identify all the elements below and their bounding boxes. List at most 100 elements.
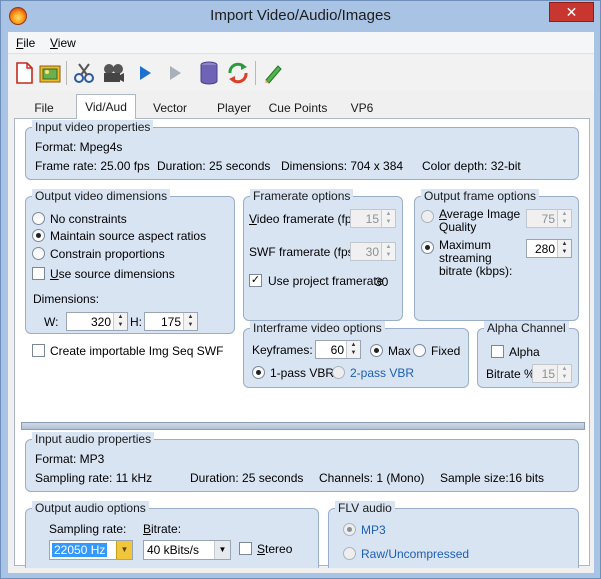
use-project-framerate-checkbox[interactable]: ✓ (249, 274, 262, 287)
window-title: Import Video/Audio/Images (210, 7, 391, 24)
keyframes-spin-arrows-icon[interactable]: ▲ ▼ (346, 341, 360, 358)
width-value[interactable]: 320 (91, 315, 111, 329)
create-importable-label[interactable]: Create importable Img Seq SWF (50, 344, 223, 358)
average-quality-value[interactable]: 75 (542, 212, 555, 226)
keyframes-max-radio[interactable] (370, 344, 383, 357)
two-pass-vbr-radio[interactable] (332, 366, 345, 379)
dimensions-label: Dimensions: (33, 292, 100, 306)
play-disabled-icon (162, 60, 188, 86)
height-label: H: (130, 315, 142, 329)
database-icon[interactable] (196, 60, 222, 86)
average-quality-mnemonic: A (439, 207, 447, 221)
framerate-options-group: Framerate options Video framerate (fp...… (243, 189, 403, 321)
max-bitrate-value[interactable]: 280 (535, 242, 555, 256)
output-audio-legend: Output audio options (32, 501, 149, 515)
alpha-bitrate-value[interactable]: 15 (542, 367, 555, 381)
flv-raw-label[interactable]: Raw/Uncompressed (361, 547, 469, 561)
height-value[interactable]: 175 (161, 315, 181, 329)
input-video-frame-rate: Frame rate: 25.00 fps (35, 159, 150, 173)
sampling-rate-value[interactable]: 22050 Hz (52, 543, 108, 557)
refresh-icon[interactable] (225, 60, 251, 86)
alpha-checkbox[interactable] (491, 345, 504, 358)
menu-view[interactable]: View (50, 36, 76, 50)
sampling-rate-select[interactable]: 22050 Hz ▼ (49, 540, 133, 560)
constrain-proportions-label[interactable]: Constrain proportions (50, 247, 165, 261)
bitrate-select[interactable]: 40 kBits/s ▼ (143, 540, 231, 560)
film-reel-icon[interactable] (100, 60, 126, 86)
video-framerate-spinner[interactable]: 15 ▲ ▼ (350, 209, 396, 228)
status-bar (8, 568, 594, 573)
tab-player[interactable]: Player (204, 96, 264, 118)
max-bitrate-spin-arrows-icon[interactable]: ▲ ▼ (557, 240, 571, 257)
swf-framerate-spin-arrows-icon[interactable]: ▲ ▼ (381, 243, 395, 260)
alpha-bitrate-spin-arrows-icon[interactable]: ▲ ▼ (557, 365, 571, 382)
title-bar[interactable]: Import Video/Audio/Images ✕ (1, 1, 600, 32)
alpha-bitrate-spinner[interactable]: 15 ▲ ▼ (532, 364, 572, 383)
section-splitter[interactable] (21, 422, 585, 430)
pencil-icon[interactable] (260, 60, 286, 86)
one-pass-vbr-radio[interactable] (252, 366, 265, 379)
average-quality-label[interactable]: Average Image Quality (439, 208, 521, 234)
swf-framerate-value[interactable]: 30 (366, 245, 379, 259)
tab-vector[interactable]: Vector (140, 96, 200, 118)
input-audio-duration: Duration: 25 seconds (190, 471, 304, 485)
flv-raw-radio[interactable] (343, 547, 356, 560)
average-quality-spin-arrows-icon[interactable]: ▲ ▼ (557, 210, 571, 227)
max-bitrate-radio[interactable] (421, 241, 434, 254)
tab-vid-aud[interactable]: Vid/Aud (76, 94, 136, 119)
swf-framerate-spinner[interactable]: 30 ▲ ▼ (350, 242, 396, 261)
maintain-aspect-label[interactable]: Maintain source aspect ratios (50, 229, 206, 243)
keyframes-label: Keyframes: (252, 343, 313, 357)
use-project-framerate-value: 30 (375, 275, 389, 289)
sampling-rate-label: Sampling rate: (49, 522, 127, 536)
keyframes-value[interactable]: 60 (331, 343, 344, 357)
input-audio-format: Format: MP3 (35, 452, 105, 466)
keyframes-max-label[interactable]: Max (388, 344, 411, 358)
cut-icon[interactable] (71, 60, 97, 86)
new-document-icon[interactable] (11, 60, 37, 86)
keyframes-spinner[interactable]: 60 ▲ ▼ (315, 340, 361, 359)
use-project-framerate-label[interactable]: Use project framerate (268, 274, 383, 288)
menu-file[interactable]: File (16, 36, 35, 50)
flv-mp3-label[interactable]: MP3 (361, 523, 386, 537)
video-framerate-spin-arrows-icon[interactable]: ▲ ▼ (381, 210, 395, 227)
close-button[interactable]: ✕ (549, 2, 594, 22)
stereo-label[interactable]: Stereo (257, 542, 292, 556)
width-spinner[interactable]: 320 ▲ ▼ (66, 312, 128, 331)
no-constraints-label[interactable]: No constraints (50, 212, 127, 226)
tab-vp6[interactable]: VP6 (332, 96, 392, 118)
video-framerate-mnemonic: V (249, 212, 257, 226)
sampling-rate-dropdown-icon[interactable]: ▼ (116, 541, 132, 559)
average-quality-radio[interactable] (421, 210, 434, 223)
tab-cue-points[interactable]: Cue Points (266, 96, 330, 118)
play-icon[interactable] (132, 60, 158, 86)
one-pass-vbr-label[interactable]: 1-pass VBR (270, 366, 334, 380)
constrain-proportions-radio[interactable] (32, 247, 45, 260)
tab-file[interactable]: File (16, 96, 72, 118)
flv-mp3-radio[interactable] (343, 523, 356, 536)
height-spin-arrows-icon[interactable]: ▲ ▼ (183, 313, 197, 330)
use-source-dimensions-label[interactable]: Use source dimensions (50, 267, 175, 281)
height-spinner[interactable]: 175 ▲ ▼ (144, 312, 198, 331)
open-image-icon[interactable] (37, 60, 63, 86)
create-importable-checkbox[interactable] (32, 344, 45, 357)
maintain-aspect-radio[interactable] (32, 229, 45, 242)
bitrate-dropdown-icon[interactable]: ▼ (214, 541, 230, 559)
width-spin-arrows-icon[interactable]: ▲ ▼ (113, 313, 127, 330)
max-bitrate-label[interactable]: Maximum streaming bitrate (kbps): (439, 239, 525, 278)
average-quality-spinner[interactable]: 75 ▲ ▼ (526, 209, 572, 228)
video-framerate-value[interactable]: 15 (366, 212, 379, 226)
vid-aud-panel: Input video properties Format: Mpeg4s Fr… (14, 118, 590, 573)
two-pass-vbr-label[interactable]: 2-pass VBR (350, 366, 414, 380)
stereo-checkbox[interactable] (239, 542, 252, 555)
no-constraints-radio[interactable] (32, 212, 45, 225)
menu-view-label: iew (57, 36, 76, 50)
use-source-dimensions-checkbox[interactable] (32, 267, 45, 280)
bitrate-label: Bitrate: (143, 522, 181, 536)
toolbar-separator (66, 61, 67, 85)
max-bitrate-spinner[interactable]: 280 ▲ ▼ (526, 239, 572, 258)
alpha-label[interactable]: Alpha (509, 345, 540, 359)
keyframes-fixed-radio[interactable] (413, 344, 426, 357)
keyframes-fixed-label[interactable]: Fixed (431, 344, 460, 358)
bitrate-value[interactable]: 40 kBits/s (147, 543, 199, 557)
